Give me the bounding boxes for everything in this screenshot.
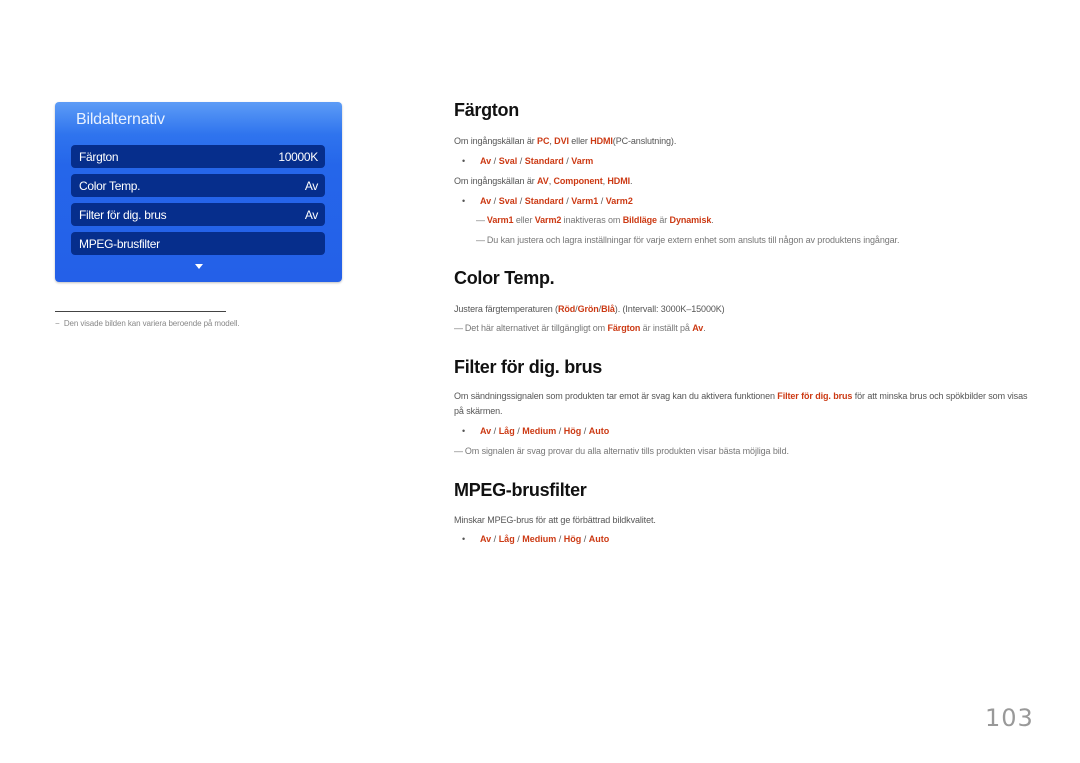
page-number: 103	[985, 704, 1034, 732]
menu-item-label: Color Temp.	[79, 178, 141, 193]
heading-color-temp: Color Temp.	[454, 268, 555, 288]
note-dash-icon: ―	[454, 446, 463, 456]
menu-item-fargton[interactable]: Färgton 10000K	[71, 145, 325, 168]
picture-options-menu: Bildalternativ Färgton 10000K Color Temp…	[55, 102, 342, 282]
options-list: • Av / Sval / Standard / Varm1 / Varm2	[462, 196, 633, 206]
footnote-dash: −	[55, 319, 60, 328]
menu-item-label: MPEG-brusfilter	[79, 236, 160, 251]
options-list: • Av / Låg / Medium / Hög / Auto	[462, 534, 610, 544]
heading-mpeg-noise-filter: MPEG-brusfilter	[454, 480, 587, 500]
heading-digital-noise-filter: Filter för dig. brus	[454, 357, 603, 377]
highlight-term: HDMI	[590, 136, 613, 146]
note-dash-icon: ―	[476, 235, 485, 245]
menu-item-label: Färgton	[79, 149, 119, 164]
menu-item-digital-noise-filter[interactable]: Filter för dig. brus Av	[71, 203, 325, 226]
note-color-temp: ― Det här alternativet är tillgängligt om…	[454, 323, 706, 333]
menu-item-label: Filter för dig. brus	[79, 207, 167, 222]
options-list: • Av / Sval / Standard / Varm	[462, 156, 594, 166]
bullet-icon: •	[462, 534, 466, 544]
note-weak-signal: ― Om signalen är svag provar du alla alte…	[454, 446, 789, 456]
highlight-term: AV	[537, 176, 549, 186]
menu-item-color-temp[interactable]: Color Temp. Av	[71, 174, 325, 197]
note-dash-icon: ―	[454, 323, 463, 333]
footnote: − Den visade bilden kan variera beroende…	[55, 319, 240, 328]
paragraph-digital-noise-filter: Om sändningssignalen som produkten tar e…	[454, 391, 1028, 416]
paragraph-color-temp: Justera färgtemperaturen (Röd/Grön/Blå).…	[454, 304, 725, 314]
paragraph-fargton-pc: Om ingångskällan är PC, DVI eller HDMI(P…	[454, 136, 677, 146]
highlight-term: HDMI	[607, 176, 631, 186]
note-dash-icon: ―	[476, 215, 485, 225]
menu-item-value: Av	[304, 178, 318, 193]
heading-fargton: Färgton	[454, 100, 519, 120]
bullet-icon: •	[462, 196, 466, 206]
menu-item-mpeg-noise-filter[interactable]: MPEG-brusfilter	[71, 232, 325, 255]
note-varm: ― Varm1 eller Varm2 inaktiveras om Bildlä…	[476, 215, 714, 225]
bullet-icon: •	[462, 156, 466, 166]
triangle-down-icon[interactable]	[195, 264, 203, 269]
options-list: • Av / Låg / Medium / Hög / Auto	[462, 426, 610, 436]
footnote-divider	[55, 311, 226, 312]
note-external-device: ― Du kan justera och lagra inställningar …	[476, 235, 900, 245]
menu-item-value: Av	[304, 207, 318, 222]
footnote-text: Den visade bilden kan variera beroende p…	[63, 319, 240, 328]
bullet-icon: •	[462, 426, 466, 436]
menu-item-value: 10000K	[278, 149, 318, 164]
highlight-term: PC	[537, 136, 550, 146]
paragraph-mpeg-noise-filter: Minskar MPEG-brus för att ge förbättrad …	[454, 515, 656, 525]
highlight-term: Component	[553, 176, 603, 186]
menu-title: Bildalternativ	[76, 111, 165, 128]
highlight-term: DVI	[554, 136, 569, 146]
paragraph-fargton-av: Om ingångskällan är AV, Component, HDMI.	[454, 176, 633, 186]
